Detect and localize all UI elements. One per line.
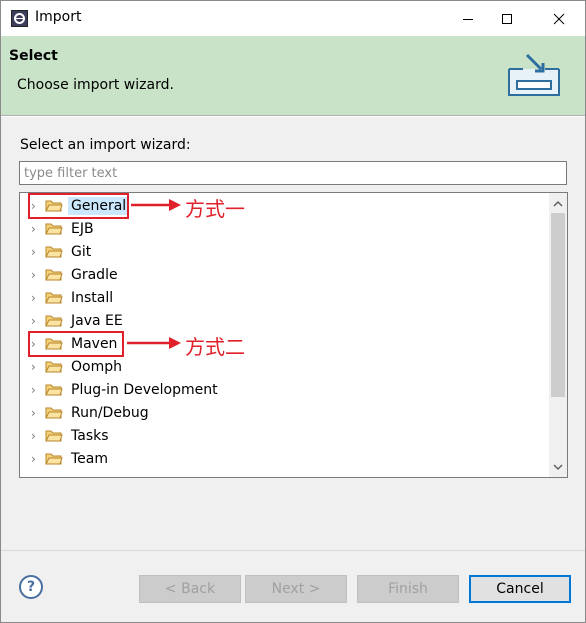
chevron-right-icon[interactable]: › <box>31 222 41 236</box>
folder-icon <box>45 315 63 326</box>
folder-icon <box>45 246 63 257</box>
chevron-right-icon[interactable]: › <box>31 268 41 282</box>
folder-icon <box>45 223 63 234</box>
import-wizard-icon <box>508 53 560 96</box>
header-divider-highlight <box>1 116 585 117</box>
eclipse-app-icon <box>11 10 28 27</box>
tree-item[interactable]: › Install <box>20 286 548 309</box>
close-button[interactable] <box>536 1 582 36</box>
folder-icon <box>45 361 63 372</box>
import-dialog: Import Select Choose import wizard. Sele… <box>0 0 586 623</box>
tree-item-label: Git <box>71 243 92 260</box>
folder-icon <box>45 384 63 395</box>
help-icon[interactable]: ? <box>19 575 43 599</box>
wizard-header: Select Choose import wizard. <box>1 36 585 115</box>
page-description: Choose import wizard. <box>17 77 174 93</box>
chevron-down-icon <box>553 463 563 470</box>
tree-item-label: Team <box>71 450 109 467</box>
tree-item[interactable]: › Git <box>20 240 548 263</box>
annotation-arrow-1 <box>131 199 181 211</box>
tree-item-label: Run/Debug <box>71 404 149 421</box>
chevron-right-icon[interactable]: › <box>31 245 41 259</box>
next-button[interactable]: Next > <box>245 575 347 603</box>
tree-item-label: Gradle <box>71 266 118 283</box>
chevron-right-icon[interactable]: › <box>31 360 41 374</box>
tree-item[interactable]: › Team <box>20 447 548 470</box>
maximize-icon <box>502 13 512 24</box>
tree-item[interactable]: › Run/Debug <box>20 401 548 424</box>
chevron-right-icon[interactable]: › <box>31 452 41 466</box>
tree-item-label: EJB <box>71 220 94 237</box>
title-bar: Import <box>1 1 585 36</box>
chevron-right-icon[interactable]: › <box>31 406 41 420</box>
annotation-label-2: 方式二 <box>185 335 245 359</box>
tree-item[interactable]: › Tasks <box>20 424 548 447</box>
minimize-icon <box>463 18 473 20</box>
window-title: Import <box>35 9 82 25</box>
scroll-up-button[interactable] <box>549 195 567 212</box>
button-bar-divider <box>1 550 585 551</box>
maximize-button[interactable] <box>484 1 530 36</box>
tree-item[interactable]: › Java EE <box>20 309 548 332</box>
annotation-label-1: 方式一 <box>185 197 245 221</box>
tree-item[interactable]: › Plug-in Development <box>20 378 548 401</box>
folder-icon <box>45 407 63 418</box>
folder-icon <box>45 292 63 303</box>
chevron-right-icon[interactable]: › <box>31 314 41 328</box>
finish-button[interactable]: Finish <box>357 575 459 603</box>
filter-input[interactable] <box>19 161 567 185</box>
scroll-down-button[interactable] <box>549 458 567 475</box>
page-title: Select <box>9 48 58 64</box>
vertical-scrollbar[interactable] <box>549 193 567 477</box>
chevron-up-icon <box>553 200 563 207</box>
tree-item-label: Plug-in Development <box>71 381 218 398</box>
annotation-arrow-2 <box>127 337 181 349</box>
scroll-thumb[interactable] <box>551 213 565 397</box>
folder-icon <box>45 269 63 280</box>
annotation-box-maven <box>28 331 124 357</box>
tree-item-label: Oomph <box>71 358 122 375</box>
tree-item[interactable]: › Oomph <box>20 355 548 378</box>
folder-icon <box>45 453 63 464</box>
back-button[interactable]: < Back <box>139 575 241 603</box>
tree-item-label: Install <box>71 289 114 306</box>
chevron-right-icon[interactable]: › <box>31 383 41 397</box>
chevron-right-icon[interactable]: › <box>31 429 41 443</box>
tree-item[interactable]: › EJB <box>20 217 548 240</box>
folder-icon <box>45 430 63 441</box>
tree-item[interactable]: › Gradle <box>20 263 548 286</box>
chevron-right-icon[interactable]: › <box>31 291 41 305</box>
tree-item-label: Java EE <box>71 312 123 329</box>
close-icon <box>553 13 565 24</box>
annotation-box-general <box>28 193 129 219</box>
wizard-list-label: Select an import wizard: <box>20 137 191 153</box>
tree-item-label: Tasks <box>71 427 109 444</box>
cancel-button[interactable]: Cancel <box>469 575 571 603</box>
